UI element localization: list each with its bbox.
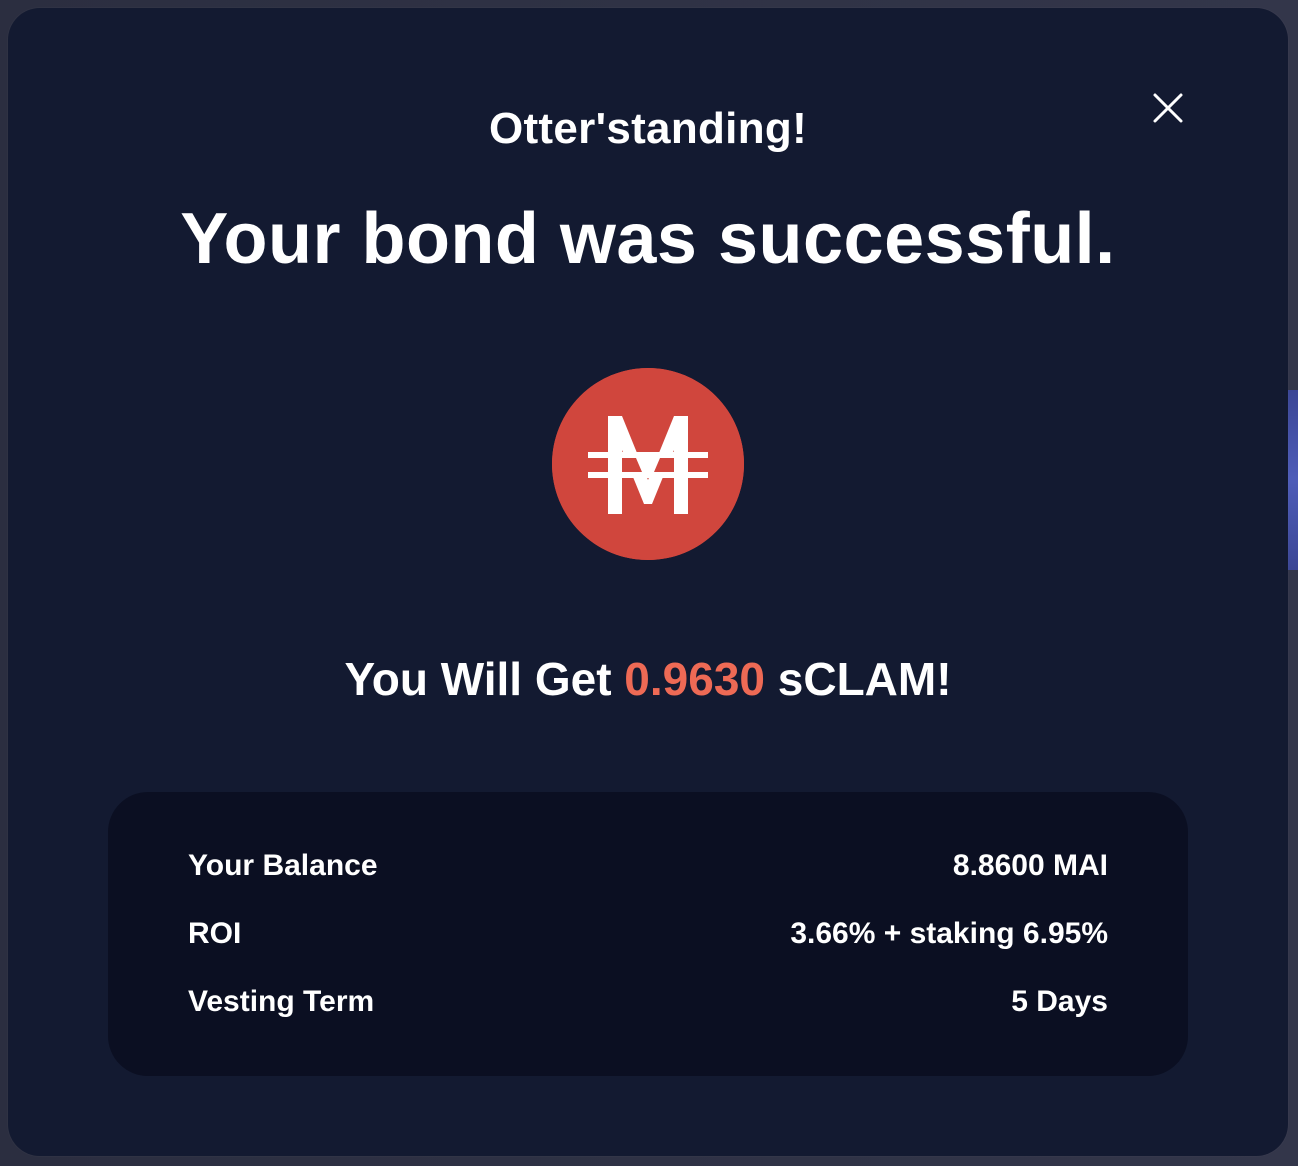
bond-details-panel: Your Balance 8.8600 MAI ROI 3.66% + stak…: [108, 792, 1188, 1076]
detail-value: 5 Days: [1011, 985, 1108, 1018]
reward-prefix: You Will Get: [344, 653, 612, 705]
detail-label: Vesting Term: [188, 985, 375, 1018]
reward-suffix: sCLAM!: [777, 653, 952, 705]
reward-amount: 0.9630: [624, 653, 765, 705]
modal-headline: Your bond was successful.: [180, 199, 1116, 279]
detail-row-vesting-term: Vesting Term 5 Days: [188, 968, 1108, 1036]
detail-value: 8.8600 MAI: [952, 849, 1108, 882]
detail-row-roi: ROI 3.66% + staking 6.95%: [188, 900, 1108, 968]
detail-label: ROI: [188, 917, 242, 950]
detail-label: Your Balance: [188, 849, 378, 882]
detail-row-balance: Your Balance 8.8600 MAI: [188, 832, 1108, 900]
mai-token-icon: [552, 368, 744, 560]
detail-value: 3.66% + staking 6.95%: [790, 917, 1108, 950]
reward-line: You Will Get 0.9630 sCLAM!: [8, 652, 1288, 706]
modal-subtitle: Otter'standing!: [488, 104, 808, 153]
bond-success-modal: Otter'standing! Your bond was successful…: [8, 8, 1288, 1156]
